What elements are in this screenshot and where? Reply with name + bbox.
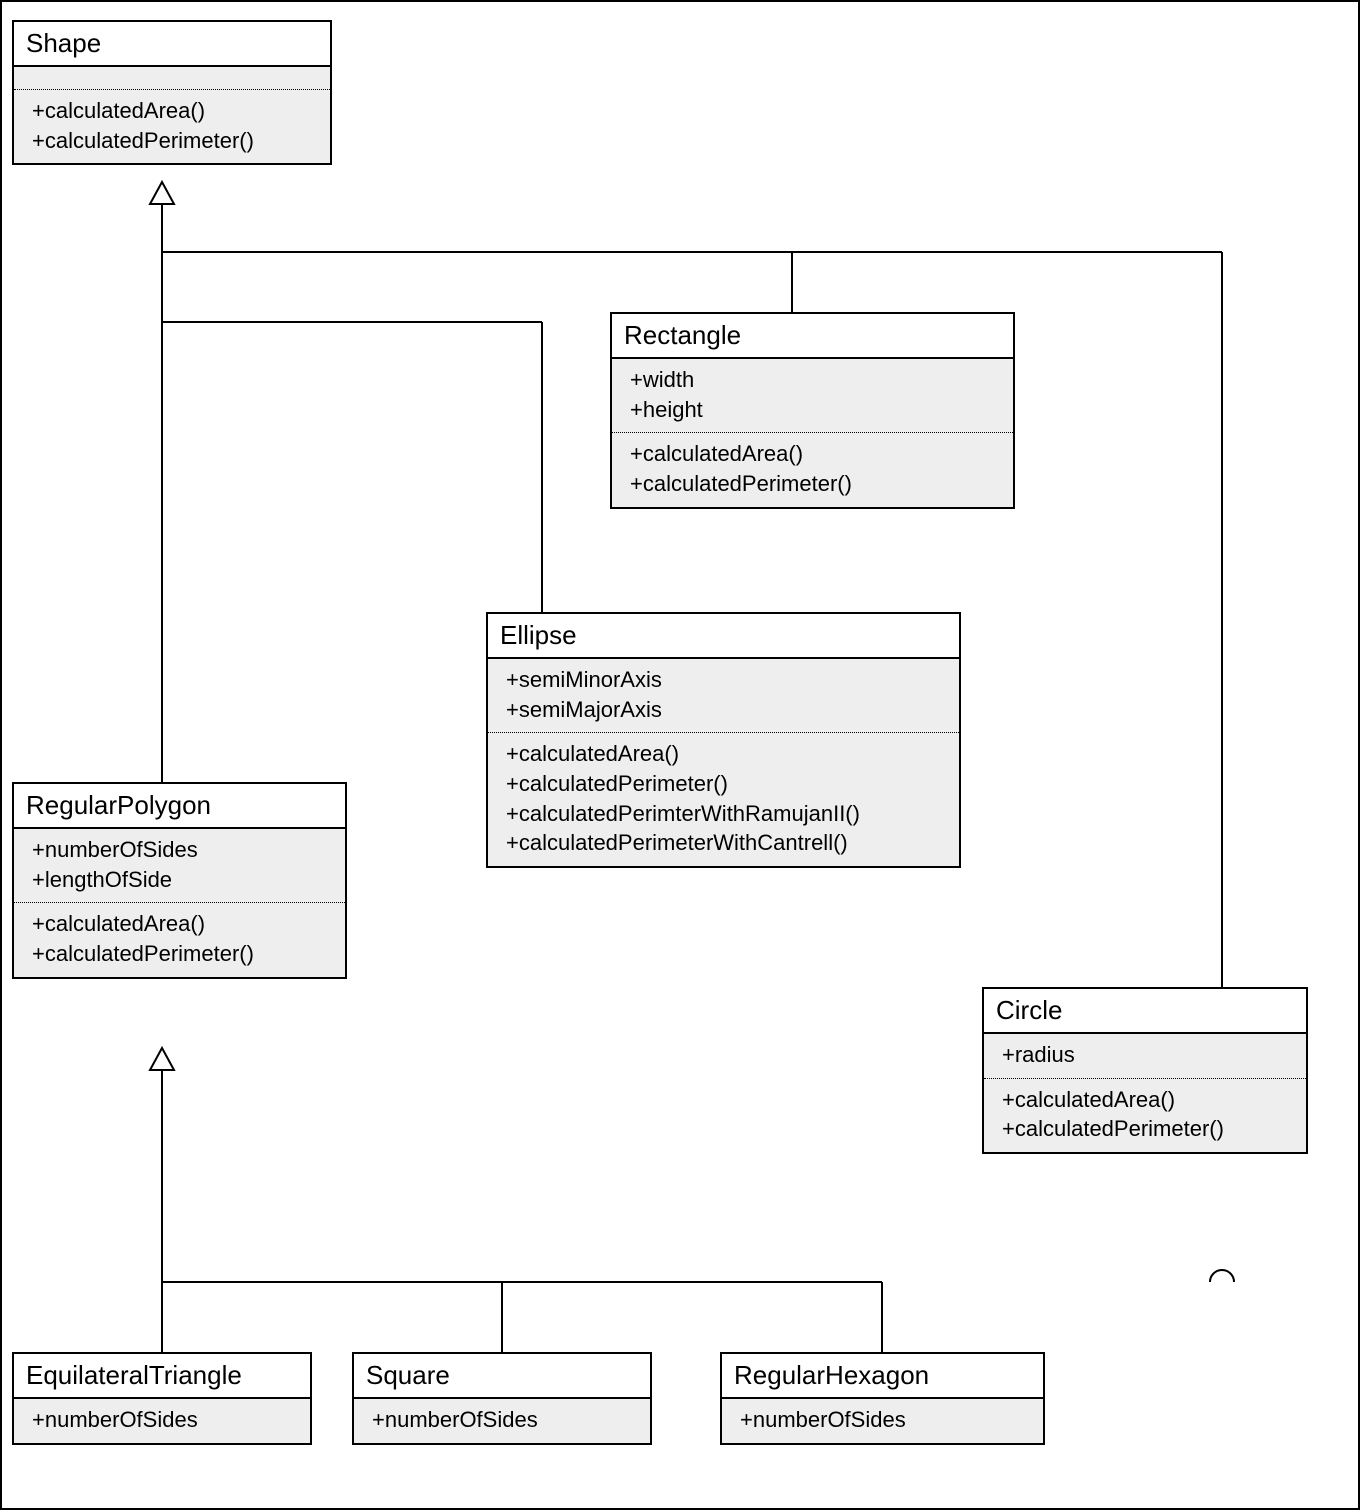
class-regularpolygon-attrs: +numberOfSides +lengthOfSide [14, 829, 345, 903]
class-equilateraltriangle-attrs: +numberOfSides [14, 1399, 310, 1443]
attr-item: +lengthOfSide [32, 865, 331, 895]
method-item: +calculatedArea() [506, 739, 945, 769]
attr-item: +numberOfSides [32, 1405, 296, 1435]
attr-item: +numberOfSides [32, 835, 331, 865]
attr-item: +height [630, 395, 999, 425]
class-regularpolygon-name: RegularPolygon [14, 784, 345, 829]
class-circle-name: Circle [984, 989, 1306, 1034]
method-item: +calculatedArea() [32, 909, 331, 939]
class-square-name: Square [354, 1354, 650, 1399]
method-item: +calculatedPerimeter() [1002, 1114, 1292, 1144]
class-regularhexagon: RegularHexagon +numberOfSides [720, 1352, 1045, 1445]
class-equilateraltriangle: EquilateralTriangle +numberOfSides [12, 1352, 312, 1445]
class-square: Square +numberOfSides [352, 1352, 652, 1445]
class-ellipse: Ellipse +semiMinorAxis +semiMajorAxis +c… [486, 612, 961, 868]
class-circle-attrs: +radius [984, 1034, 1306, 1079]
class-ellipse-methods: +calculatedArea() +calculatedPerimeter()… [488, 733, 959, 866]
uml-diagram: Shape +calculatedArea() +calculatedPerim… [0, 0, 1360, 1510]
class-equilateraltriangle-name: EquilateralTriangle [14, 1354, 310, 1399]
method-item: +calculatedPerimterWithRamujanII() [506, 799, 945, 829]
class-circle: Circle +radius +calculatedArea() +calcul… [982, 987, 1308, 1154]
attr-item: +numberOfSides [740, 1405, 1029, 1435]
method-item: +calculatedPerimeter() [506, 769, 945, 799]
class-rectangle-methods: +calculatedArea() +calculatedPerimeter() [612, 433, 1013, 506]
method-item: +calculatedPerimeter() [32, 126, 316, 156]
class-square-attrs: +numberOfSides [354, 1399, 650, 1443]
method-item: +calculatedArea() [1002, 1085, 1292, 1115]
class-shape-name: Shape [14, 22, 330, 67]
class-regularpolygon-methods: +calculatedArea() +calculatedPerimeter() [14, 903, 345, 976]
method-item: +calculatedArea() [32, 96, 316, 126]
class-ellipse-attrs: +semiMinorAxis +semiMajorAxis [488, 659, 959, 733]
class-shape: Shape +calculatedArea() +calculatedPerim… [12, 20, 332, 165]
class-regularhexagon-attrs: +numberOfSides [722, 1399, 1043, 1443]
method-item: +calculatedArea() [630, 439, 999, 469]
attr-item: +semiMajorAxis [506, 695, 945, 725]
class-rectangle: Rectangle +width +height +calculatedArea… [610, 312, 1015, 509]
attr-item: +width [630, 365, 999, 395]
method-item: +calculatedPerimeter() [630, 469, 999, 499]
class-circle-methods: +calculatedArea() +calculatedPerimeter() [984, 1079, 1306, 1152]
class-regularpolygon: RegularPolygon +numberOfSides +lengthOfS… [12, 782, 347, 979]
class-rectangle-name: Rectangle [612, 314, 1013, 359]
method-item: +calculatedPerimeterWithCantrell() [506, 828, 945, 858]
class-rectangle-attrs: +width +height [612, 359, 1013, 433]
attr-item: +semiMinorAxis [506, 665, 945, 695]
class-ellipse-name: Ellipse [488, 614, 959, 659]
attr-item: +numberOfSides [372, 1405, 636, 1435]
method-item: +calculatedPerimeter() [32, 939, 331, 969]
class-regularhexagon-name: RegularHexagon [722, 1354, 1043, 1399]
class-shape-methods: +calculatedArea() +calculatedPerimeter() [14, 90, 330, 163]
attr-item: +radius [1002, 1040, 1292, 1070]
